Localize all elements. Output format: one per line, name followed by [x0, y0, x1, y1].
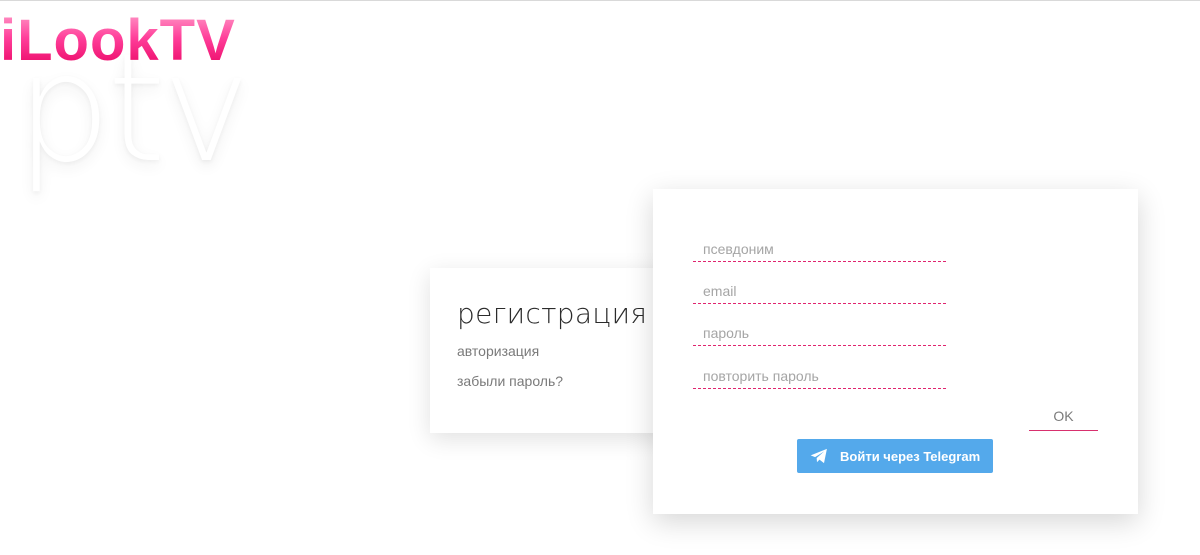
- site-logo[interactable]: iLookTV: [0, 10, 236, 72]
- password-input[interactable]: [693, 320, 946, 346]
- registration-form: OK Войти через Telegram: [653, 189, 1138, 514]
- side-menu-card: регистрация авторизация забыли пароль?: [430, 268, 690, 433]
- registration-title: регистрация: [457, 297, 648, 330]
- telegram-login-button[interactable]: Войти через Telegram: [797, 439, 993, 473]
- nickname-input[interactable]: [693, 236, 946, 262]
- forgot-password-link[interactable]: забыли пароль?: [457, 373, 563, 389]
- telegram-icon: [809, 446, 829, 466]
- top-border: [0, 0, 1200, 1]
- telegram-button-label: Войти через Telegram: [840, 448, 981, 464]
- email-input[interactable]: [693, 278, 946, 304]
- ok-button[interactable]: OK: [1029, 401, 1098, 431]
- repeat-password-input[interactable]: [693, 363, 946, 389]
- login-link[interactable]: авторизация: [457, 343, 539, 359]
